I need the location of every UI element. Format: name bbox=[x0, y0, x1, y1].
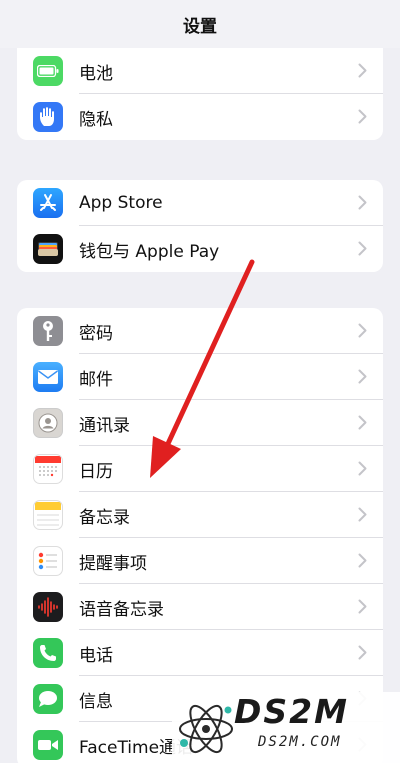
settings-row-phone[interactable]: 电话 bbox=[17, 630, 383, 676]
battery-icon bbox=[33, 56, 63, 86]
atom-logo-icon bbox=[179, 704, 233, 754]
chevron-right-icon bbox=[358, 369, 367, 384]
chevron-right-icon bbox=[358, 109, 367, 124]
settings-row-wallet[interactable]: 钱包与 Apple Pay bbox=[17, 226, 383, 272]
settings-row-battery[interactable]: 电池 bbox=[17, 48, 383, 94]
settings-row-label: App Store bbox=[79, 193, 163, 213]
settings-group-store-wallet: App Store 钱包与 Apple Pay bbox=[17, 180, 383, 272]
chevron-right-icon bbox=[358, 415, 367, 430]
settings-row-label: 日历 bbox=[79, 461, 113, 482]
settings-row-privacy[interactable]: 隐私 bbox=[17, 94, 383, 140]
chevron-right-icon bbox=[358, 553, 367, 568]
settings-row-contacts[interactable]: 通讯录 bbox=[17, 400, 383, 446]
settings-row-calendar[interactable]: 日历 bbox=[17, 446, 383, 492]
hand-icon bbox=[33, 102, 63, 132]
settings-row-label: 备忘录 bbox=[79, 507, 130, 528]
page-title: 设置 bbox=[183, 16, 217, 37]
watermark: DS2M DS2M.COM bbox=[172, 692, 400, 763]
settings-row-voice-memos[interactable]: 语音备忘录 bbox=[17, 584, 383, 630]
chevron-right-icon bbox=[358, 323, 367, 338]
calendar-icon bbox=[33, 454, 63, 484]
settings-row-label: 语音备忘录 bbox=[79, 599, 164, 620]
settings-group-battery-privacy: 电池 隐私 bbox=[17, 48, 383, 140]
navigation-bar: 设置 bbox=[0, 0, 400, 48]
settings-row-passwords[interactable]: 密码 bbox=[17, 308, 383, 354]
chevron-right-icon bbox=[358, 645, 367, 660]
settings-row-label: 提醒事项 bbox=[79, 553, 147, 574]
chevron-right-icon bbox=[358, 461, 367, 476]
settings-row-label: 钱包与 Apple Pay bbox=[79, 241, 220, 262]
notes-icon bbox=[33, 500, 63, 530]
app-store-icon bbox=[33, 188, 63, 218]
facetime-icon bbox=[33, 730, 63, 760]
settings-row-label: 密码 bbox=[79, 323, 113, 344]
settings-row-label: 邮件 bbox=[79, 369, 113, 390]
settings-row-label: 电池 bbox=[79, 63, 113, 84]
chevron-right-icon bbox=[358, 63, 367, 78]
chevron-right-icon bbox=[358, 195, 367, 210]
settings-row-label: 隐私 bbox=[79, 109, 113, 130]
settings-row-reminders[interactable]: 提醒事项 bbox=[17, 538, 383, 584]
chevron-right-icon bbox=[358, 507, 367, 522]
settings-row-label: 通讯录 bbox=[79, 415, 130, 436]
contacts-icon bbox=[33, 408, 63, 438]
chevron-right-icon bbox=[358, 599, 367, 614]
settings-row-notes[interactable]: 备忘录 bbox=[17, 492, 383, 538]
reminders-icon bbox=[33, 546, 63, 576]
phone-icon bbox=[33, 638, 63, 668]
mail-icon bbox=[33, 362, 63, 392]
settings-row-mail[interactable]: 邮件 bbox=[17, 354, 383, 400]
wallet-icon bbox=[33, 234, 63, 264]
watermark-url: DS2M.COM bbox=[258, 734, 342, 750]
messages-icon bbox=[33, 684, 63, 714]
chevron-right-icon bbox=[358, 241, 367, 256]
settings-row-app-store[interactable]: App Store bbox=[17, 180, 383, 226]
settings-row-label: 电话 bbox=[79, 645, 113, 666]
watermark-text: DS2M bbox=[234, 692, 349, 731]
voice-memos-icon bbox=[33, 592, 63, 622]
settings-row-label: 信息 bbox=[79, 691, 113, 712]
key-icon bbox=[33, 316, 63, 346]
